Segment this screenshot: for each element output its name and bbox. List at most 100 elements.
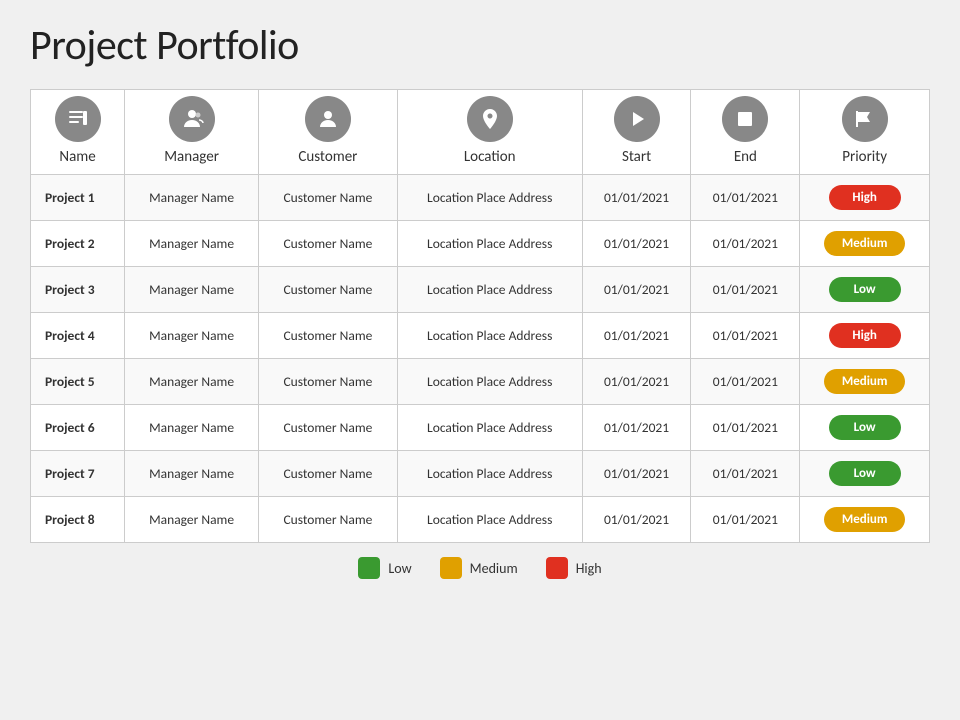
cell-name: Project 7 — [31, 451, 125, 497]
legend-high-label: High — [576, 560, 602, 577]
table-row: Project 3 Manager Name Customer Name Loc… — [31, 267, 930, 313]
col-location: Location — [397, 90, 582, 175]
table-row: Project 7 Manager Name Customer Name Loc… — [31, 451, 930, 497]
cell-priority: High — [800, 313, 930, 359]
cell-customer: Customer Name — [259, 405, 398, 451]
cell-manager: Manager Name — [125, 405, 259, 451]
cell-location: Location Place Address — [397, 359, 582, 405]
cell-priority: Medium — [800, 359, 930, 405]
table-row: Project 5 Manager Name Customer Name Loc… — [31, 359, 930, 405]
manager-icon — [169, 96, 215, 142]
cell-name: Project 3 — [31, 267, 125, 313]
cell-priority: Medium — [800, 221, 930, 267]
cell-name: Project 6 — [31, 405, 125, 451]
cell-location: Location Place Address — [397, 405, 582, 451]
cell-start: 01/01/2021 — [582, 313, 691, 359]
priority-badge: Low — [829, 461, 901, 486]
cell-customer: Customer Name — [259, 451, 398, 497]
table-row: Project 1 Manager Name Customer Name Loc… — [31, 175, 930, 221]
project-table: Name Manager Customer — [30, 89, 930, 543]
col-end: End — [691, 90, 800, 175]
cell-location: Location Place Address — [397, 267, 582, 313]
priority-badge: High — [829, 323, 901, 348]
cell-customer: Customer Name — [259, 359, 398, 405]
table-row: Project 8 Manager Name Customer Name Loc… — [31, 497, 930, 543]
cell-priority: Low — [800, 451, 930, 497]
cell-location: Location Place Address — [397, 175, 582, 221]
cell-location: Location Place Address — [397, 451, 582, 497]
cell-location: Location Place Address — [397, 221, 582, 267]
cell-end: 01/01/2021 — [691, 221, 800, 267]
cell-manager: Manager Name — [125, 359, 259, 405]
table-row: Project 2 Manager Name Customer Name Loc… — [31, 221, 930, 267]
cell-name: Project 1 — [31, 175, 125, 221]
col-customer: Customer — [259, 90, 398, 175]
cell-name: Project 8 — [31, 497, 125, 543]
priority-badge: Medium — [824, 369, 906, 394]
cell-start: 01/01/2021 — [582, 175, 691, 221]
cell-name: Project 5 — [31, 359, 125, 405]
col-manager: Manager — [125, 90, 259, 175]
cell-end: 01/01/2021 — [691, 313, 800, 359]
table-header-row: Name Manager Customer — [31, 90, 930, 175]
table-row: Project 6 Manager Name Customer Name Loc… — [31, 405, 930, 451]
cell-start: 01/01/2021 — [582, 267, 691, 313]
legend-low-label: Low — [388, 560, 411, 577]
priority-icon — [842, 96, 888, 142]
cell-customer: Customer Name — [259, 267, 398, 313]
cell-location: Location Place Address — [397, 497, 582, 543]
start-icon — [614, 96, 660, 142]
cell-end: 01/01/2021 — [691, 405, 800, 451]
cell-priority: Low — [800, 405, 930, 451]
col-start: Start — [582, 90, 691, 175]
cell-priority: Medium — [800, 497, 930, 543]
cell-start: 01/01/2021 — [582, 405, 691, 451]
legend-low-box — [358, 557, 380, 579]
project-table-wrapper: Name Manager Customer — [30, 89, 930, 543]
cell-end: 01/01/2021 — [691, 359, 800, 405]
priority-badge: Medium — [824, 507, 906, 532]
cell-start: 01/01/2021 — [582, 221, 691, 267]
cell-manager: Manager Name — [125, 451, 259, 497]
legend-low: Low — [358, 557, 411, 579]
page-title: Project Portfolio — [30, 20, 930, 71]
cell-manager: Manager Name — [125, 267, 259, 313]
cell-location: Location Place Address — [397, 313, 582, 359]
cell-customer: Customer Name — [259, 175, 398, 221]
cell-end: 01/01/2021 — [691, 451, 800, 497]
col-priority: Priority — [800, 90, 930, 175]
priority-badge: Low — [829, 277, 901, 302]
cell-customer: Customer Name — [259, 497, 398, 543]
cell-priority: High — [800, 175, 930, 221]
cell-customer: Customer Name — [259, 221, 398, 267]
cell-manager: Manager Name — [125, 221, 259, 267]
cell-start: 01/01/2021 — [582, 497, 691, 543]
legend-medium-box — [440, 557, 462, 579]
cell-manager: Manager Name — [125, 313, 259, 359]
cell-end: 01/01/2021 — [691, 497, 800, 543]
legend-high-box — [546, 557, 568, 579]
legend-high: High — [546, 557, 602, 579]
name-icon — [55, 96, 101, 142]
cell-start: 01/01/2021 — [582, 359, 691, 405]
priority-badge: High — [829, 185, 901, 210]
cell-manager: Manager Name — [125, 175, 259, 221]
cell-end: 01/01/2021 — [691, 267, 800, 313]
col-name: Name — [31, 90, 125, 175]
cell-start: 01/01/2021 — [582, 451, 691, 497]
priority-badge: Low — [829, 415, 901, 440]
legend-medium-label: Medium — [470, 560, 518, 577]
cell-end: 01/01/2021 — [691, 175, 800, 221]
legend-medium: Medium — [440, 557, 518, 579]
end-icon — [722, 96, 768, 142]
cell-priority: Low — [800, 267, 930, 313]
table-row: Project 4 Manager Name Customer Name Loc… — [31, 313, 930, 359]
customer-icon — [305, 96, 351, 142]
cell-name: Project 4 — [31, 313, 125, 359]
legend: Low Medium High — [30, 557, 930, 579]
cell-name: Project 2 — [31, 221, 125, 267]
cell-customer: Customer Name — [259, 313, 398, 359]
priority-badge: Medium — [824, 231, 906, 256]
location-icon — [467, 96, 513, 142]
cell-manager: Manager Name — [125, 497, 259, 543]
